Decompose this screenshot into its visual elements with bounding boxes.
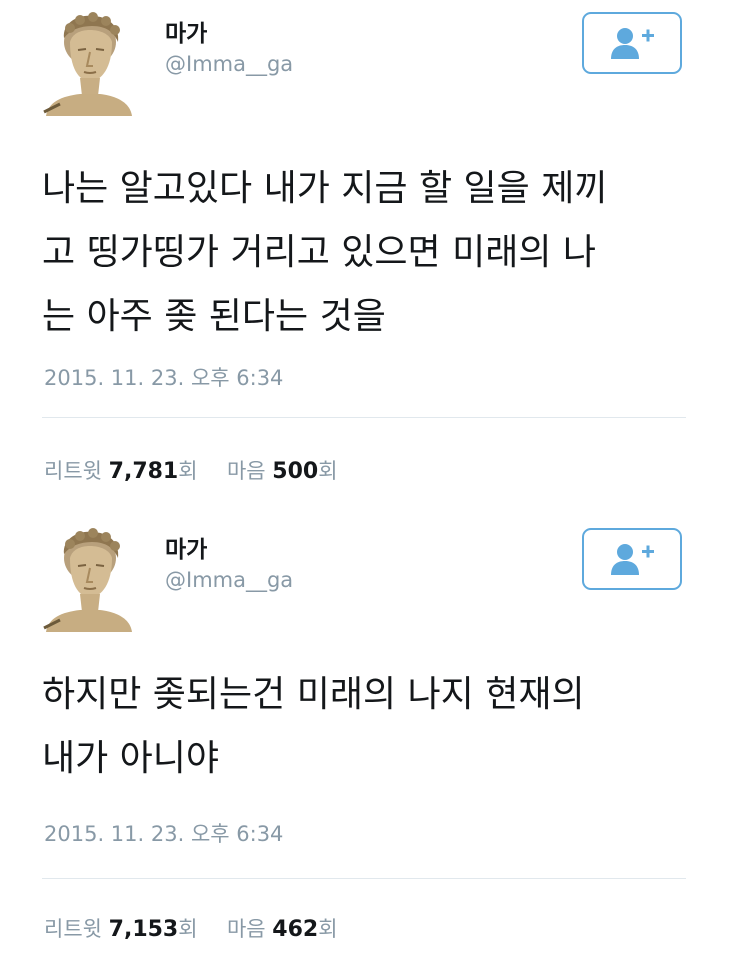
tweet-stats: 리트윗 7,781회 마음 500회	[44, 455, 338, 485]
retweet-count[interactable]: 7,781	[109, 459, 179, 484]
author-handle[interactable]: @Imma__ga	[165, 568, 293, 592]
tweet-text: 나는 알고있다 내가 지금 할 일을 제끼 고 띵가띵가 거리고 있으면 미래의…	[42, 168, 608, 337]
like-unit: 회	[318, 917, 338, 941]
retweet-unit: 회	[178, 917, 198, 941]
like-count[interactable]: 462	[272, 917, 318, 942]
retweet-label: 리트윗	[44, 917, 102, 941]
like-count[interactable]: 500	[272, 459, 318, 484]
follow-button[interactable]	[582, 12, 682, 74]
author-name[interactable]: 마가	[165, 530, 207, 564]
timestamp[interactable]: 2015. 11. 23. 오후 6:34	[44, 818, 283, 848]
avatar[interactable]	[40, 528, 136, 632]
tweet-stats: 리트윗 7,153회 마음 462회	[44, 913, 338, 943]
retweet-unit: 회	[178, 459, 198, 483]
timestamp[interactable]: 2015. 11. 23. 오후 6:34	[44, 362, 283, 392]
tweet-text: 하지만 좆되는건 미래의 나지 현재의 내가 아니야	[42, 674, 585, 779]
avatar[interactable]	[40, 12, 136, 116]
author-handle[interactable]: @Imma__ga	[165, 52, 293, 76]
like-unit: 회	[318, 459, 338, 483]
author-name[interactable]: 마가	[165, 14, 207, 48]
follow-user-plus-icon	[611, 544, 654, 575]
divider	[42, 417, 686, 418]
retweet-count[interactable]: 7,153	[109, 917, 179, 942]
like-label: 마음	[226, 917, 266, 941]
statue-bust-avatar-icon	[43, 528, 132, 632]
retweet-label: 리트윗	[44, 459, 102, 483]
follow-user-plus-icon	[611, 28, 654, 59]
like-label: 마음	[226, 459, 266, 483]
statue-bust-avatar-icon	[43, 12, 132, 116]
divider	[42, 878, 686, 879]
follow-button[interactable]	[582, 528, 682, 590]
